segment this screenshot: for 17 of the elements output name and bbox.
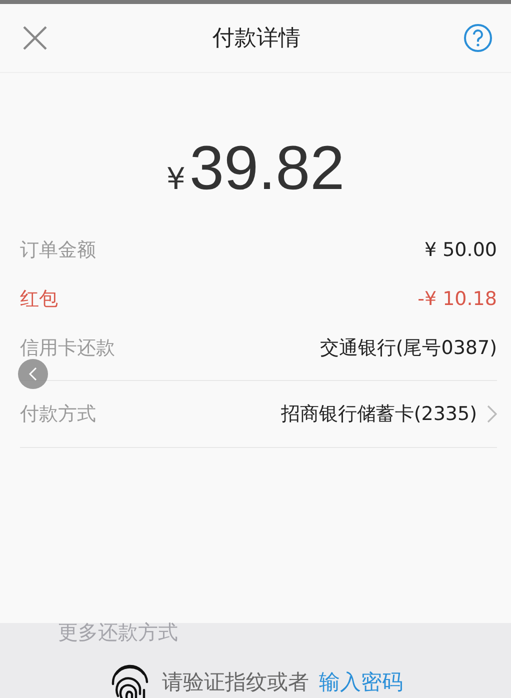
detail-value: -¥ 10.18 (418, 288, 497, 310)
detail-label: 付款方式 (20, 402, 96, 427)
currency-sign: ¥ (166, 162, 186, 197)
more-repayment-options: 更多还款方式 (58, 619, 178, 646)
page-title: 付款详情 (212, 25, 300, 53)
detail-label: 红包 (20, 286, 58, 312)
chevron-left-icon[interactable] (28, 366, 38, 382)
help-button[interactable] (461, 21, 495, 55)
verify-prompt: 请验证指纹或者 (162, 669, 309, 696)
detail-label: 信用卡还款 (20, 336, 115, 360)
detail-label: 订单金额 (20, 238, 96, 262)
detail-value: 交通银行(尾号0387) (320, 336, 497, 360)
back-button[interactable] (18, 359, 48, 389)
payment-amount: 39.82 (189, 133, 345, 204)
chevron-right-icon[interactable] (487, 405, 497, 423)
detail-value: ¥ 50.00 (424, 238, 497, 260)
detail-value[interactable]: 招商银行储蓄卡(2335) (280, 401, 477, 427)
